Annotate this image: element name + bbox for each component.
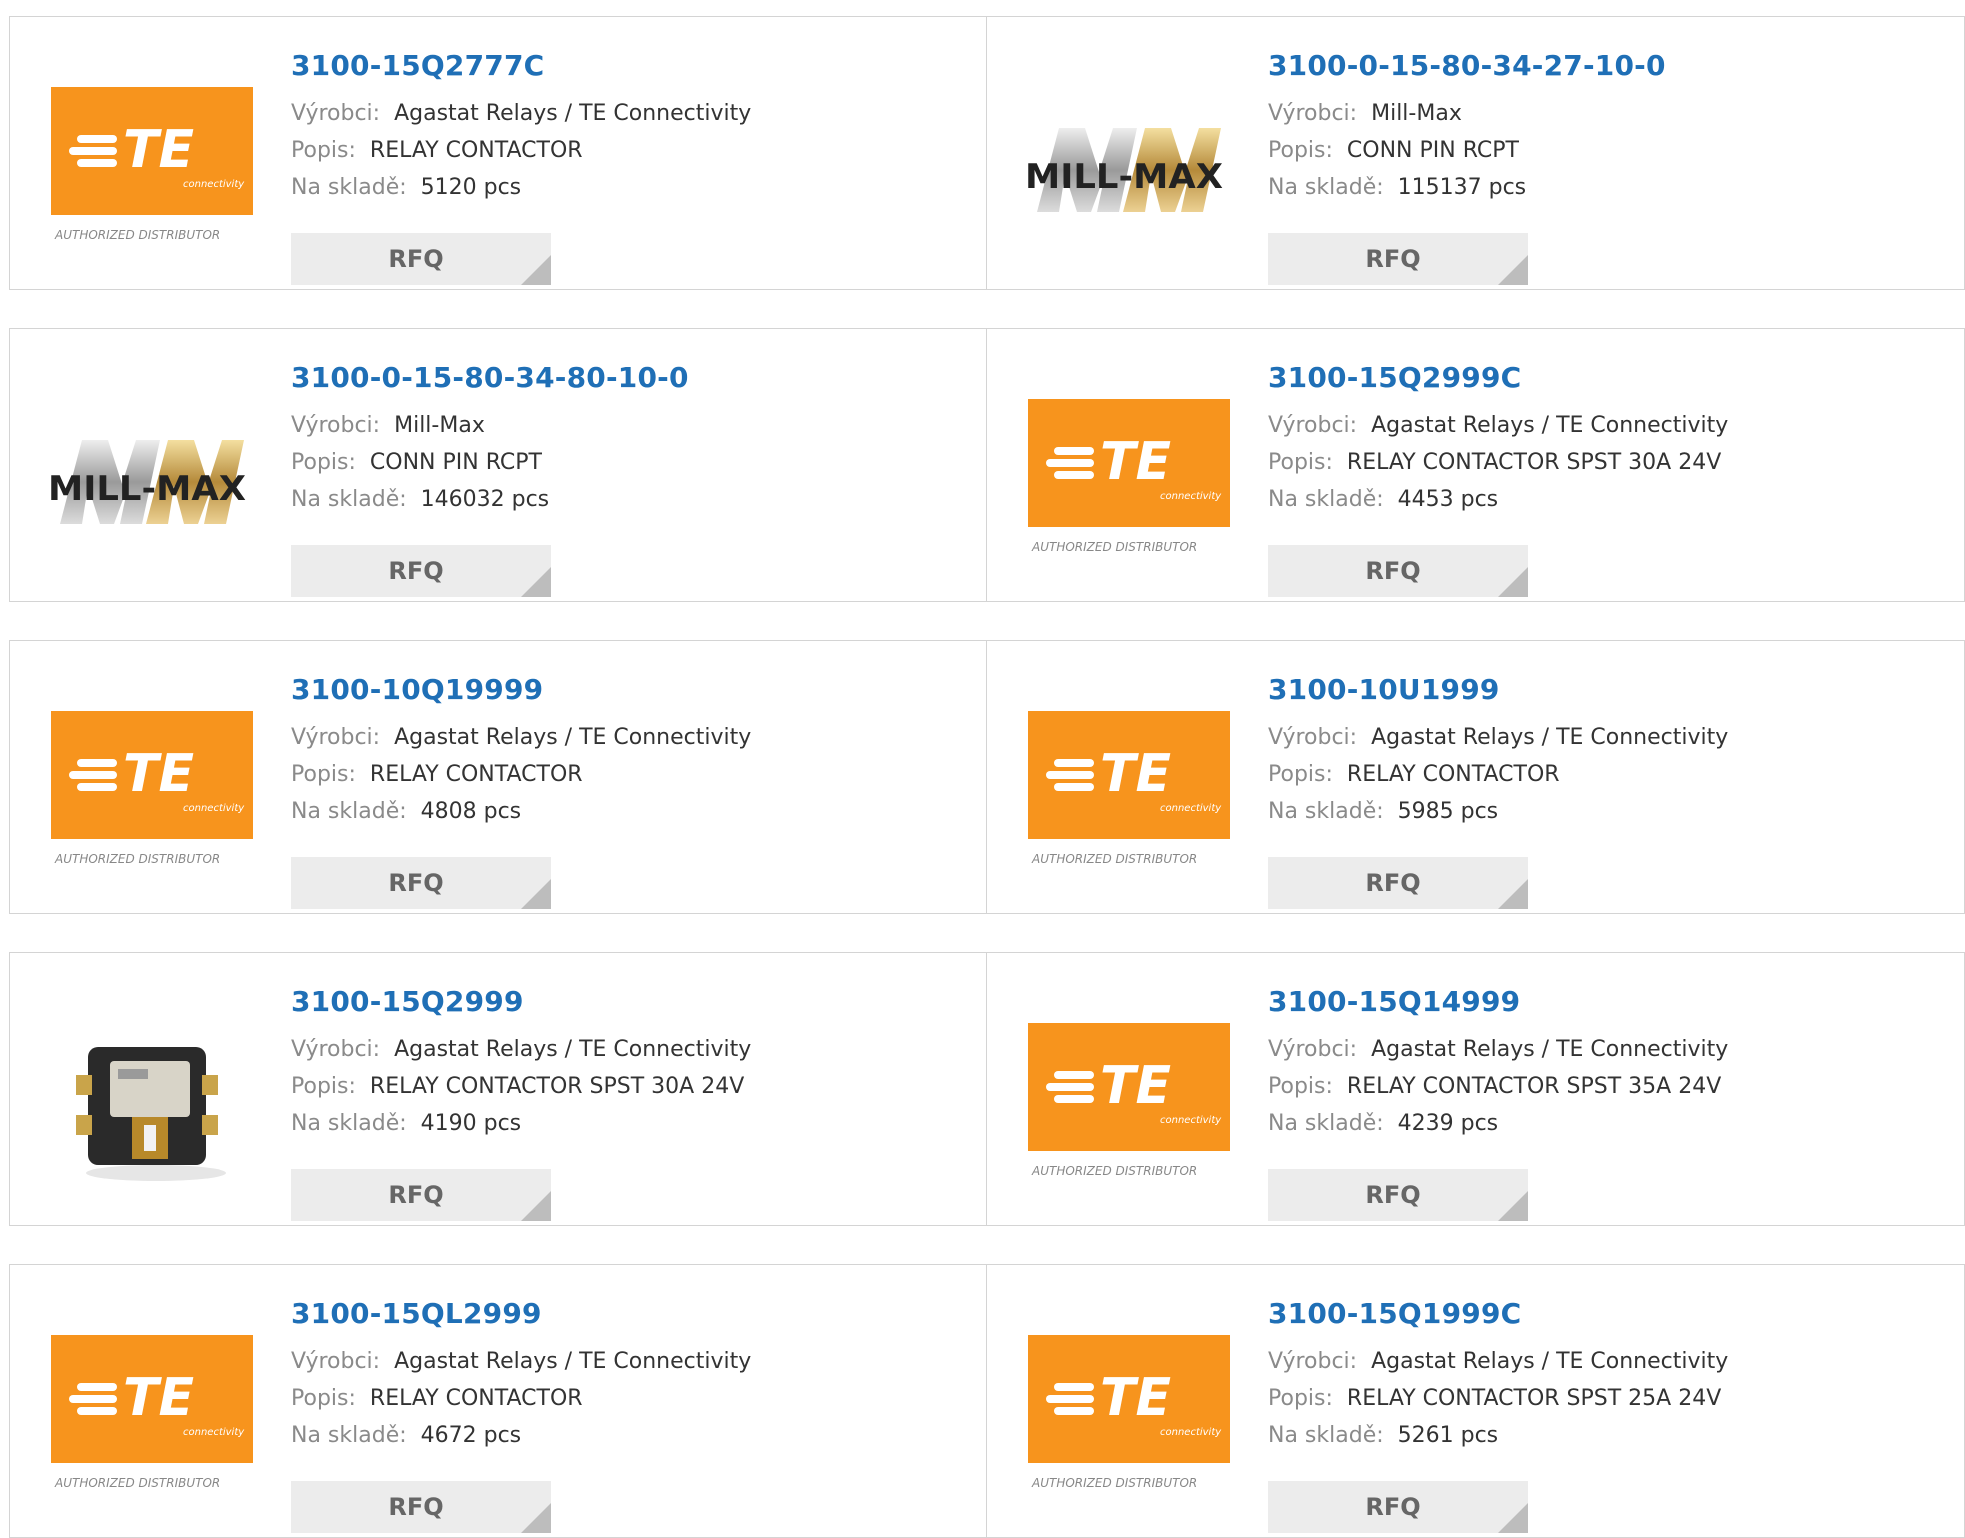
part-number-link[interactable]: 3100-15Q1999C [1268,1297,1728,1331]
te-connectivity-logo: TE connectivity AUTHORIZED DISTRIBUTOR [1028,1335,1230,1490]
svg-text:TE: TE [1100,1056,1171,1116]
part-number-link[interactable]: 3100-10U1999 [1268,673,1728,707]
svg-text:TE: TE [1100,744,1171,804]
stock-row: Na skladě: 5261 pcs [1268,1423,1499,1448]
description-row: Popis: RELAY CONTACTOR SPST 30A 24V [291,1074,745,1099]
product-card: TE connectivity AUTHORIZED DISTRIBUTOR 3… [987,640,1965,914]
stock-row: Na skladě: 4672 pcs [291,1423,522,1448]
svg-text:MILL-MAX: MILL-MAX [1025,157,1223,197]
product-card: TE connectivity AUTHORIZED DISTRIBUTOR 3… [9,16,987,290]
product-card: TE connectivity AUTHORIZED DISTRIBUTOR 3… [987,1264,1965,1538]
stock-row: Na skladě: 5985 pcs [1268,799,1499,824]
svg-text:connectivity: connectivity [1160,491,1222,502]
svg-text:TE: TE [123,1368,194,1428]
rfq-button[interactable]: RFQ [291,545,551,597]
rfq-button[interactable]: RFQ [1268,545,1528,597]
svg-text:connectivity: connectivity [183,1427,245,1438]
rfq-button[interactable]: RFQ [1268,1481,1528,1533]
part-number-link[interactable]: 3100-0-15-80-34-80-10-0 [291,361,689,395]
svg-text:AUTHORIZED DISTRIBUTOR: AUTHORIZED DISTRIBUTOR [54,852,220,866]
part-number-link[interactable]: 3100-10Q19999 [291,673,751,707]
manufacturer-row: Výrobci: Agastat Relays / TE Connectivity [1268,1037,1729,1062]
rfq-button[interactable]: RFQ [1268,1169,1528,1221]
stock-row: Na skladě: 4808 pcs [291,799,522,824]
svg-text:TE: TE [1100,1368,1171,1428]
description-row: Popis: CONN PIN RCPT [291,450,542,475]
description-row: Popis: RELAY CONTACTOR [1268,762,1560,787]
product-card: TE connectivity AUTHORIZED DISTRIBUTOR 3… [987,952,1965,1226]
te-connectivity-logo: TE connectivity AUTHORIZED DISTRIBUTOR [1028,399,1230,554]
rfq-button[interactable]: RFQ [291,233,551,285]
te-connectivity-logo: TE connectivity AUTHORIZED DISTRIBUTOR [51,1335,253,1490]
part-number-link[interactable]: 3100-15Q2999C [1268,361,1728,395]
svg-text:TE: TE [123,744,194,804]
svg-text:TE: TE [123,120,194,180]
svg-text:AUTHORIZED DISTRIBUTOR: AUTHORIZED DISTRIBUTOR [54,1476,220,1490]
relay-contactor-photo [48,1005,250,1185]
te-connectivity-logo: TE connectivity AUTHORIZED DISTRIBUTOR [51,87,253,242]
stock-row: Na skladě: 4190 pcs [291,1111,522,1136]
svg-text:AUTHORIZED DISTRIBUTOR: AUTHORIZED DISTRIBUTOR [1031,852,1197,866]
svg-text:TE: TE [1100,432,1171,492]
product-card: 3100-15Q2999 Výrobci: Agastat Relays / TE… [9,952,987,1226]
product-card: TE connectivity AUTHORIZED DISTRIBUTOR 3… [987,328,1965,602]
svg-text:connectivity: connectivity [1160,803,1222,814]
part-number-link[interactable]: 3100-0-15-80-34-27-10-0 [1268,49,1666,83]
manufacturer-row: Výrobci: Agastat Relays / TE Connectivity [291,725,752,750]
rfq-button[interactable]: RFQ [291,857,551,909]
te-connectivity-logo: TE connectivity AUTHORIZED DISTRIBUTOR [1028,1023,1230,1178]
stock-row: Na skladě: 5120 pcs [291,175,522,200]
stock-row: Na skladě: 4239 pcs [1268,1111,1499,1136]
svg-text:AUTHORIZED DISTRIBUTOR: AUTHORIZED DISTRIBUTOR [54,228,220,242]
description-row: Popis: CONN PIN RCPT [1268,138,1519,163]
product-grid: TE connectivity AUTHORIZED DISTRIBUTOR 3… [9,16,1965,1538]
svg-text:connectivity: connectivity [1160,1115,1222,1126]
svg-text:MILL-MAX: MILL-MAX [48,469,246,509]
part-number-link[interactable]: 3100-15Q2999 [291,985,751,1019]
svg-text:connectivity: connectivity [1160,1427,1222,1438]
part-number-link[interactable]: 3100-15Q14999 [1268,985,1728,1019]
svg-text:connectivity: connectivity [183,179,245,190]
manufacturer-row: Výrobci: Mill-Max [291,413,485,438]
description-row: Popis: RELAY CONTACTOR SPST 35A 24V [1268,1074,1722,1099]
manufacturer-row: Výrobci: Agastat Relays / TE Connectivity [291,101,752,126]
product-card: MILL-MAX 3100-0-15-80-34-27-10-0 Výrobci… [987,16,1965,290]
svg-text:AUTHORIZED DISTRIBUTOR: AUTHORIZED DISTRIBUTOR [1031,1164,1197,1178]
description-row: Popis: RELAY CONTACTOR SPST 30A 24V [1268,450,1722,475]
product-card: TE connectivity AUTHORIZED DISTRIBUTOR 3… [9,640,987,914]
stock-row: Na skladě: 4453 pcs [1268,487,1499,512]
part-number-link[interactable]: 3100-15QL2999 [291,1297,751,1331]
manufacturer-row: Výrobci: Agastat Relays / TE Connectivity [1268,1349,1729,1374]
description-row: Popis: RELAY CONTACTOR [291,138,583,163]
manufacturer-row: Výrobci: Mill-Max [1268,101,1462,126]
description-row: Popis: RELAY CONTACTOR SPST 25A 24V [1268,1386,1722,1411]
te-connectivity-logo: TE connectivity AUTHORIZED DISTRIBUTOR [1028,711,1230,866]
rfq-button[interactable]: RFQ [291,1481,551,1533]
part-number-link[interactable]: 3100-15Q2777C [291,49,751,83]
stock-row: Na skladě: 146032 pcs [291,487,550,512]
svg-text:AUTHORIZED DISTRIBUTOR: AUTHORIZED DISTRIBUTOR [1031,1476,1197,1490]
rfq-button[interactable]: RFQ [1268,233,1528,285]
product-card: TE connectivity AUTHORIZED DISTRIBUTOR 3… [9,1264,987,1538]
rfq-button[interactable]: RFQ [291,1169,551,1221]
rfq-button[interactable]: RFQ [1268,857,1528,909]
manufacturer-row: Výrobci: Agastat Relays / TE Connectivity [1268,413,1729,438]
manufacturer-row: Výrobci: Agastat Relays / TE Connectivity [291,1349,752,1374]
manufacturer-row: Výrobci: Agastat Relays / TE Connectivity [291,1037,752,1062]
description-row: Popis: RELAY CONTACTOR [291,762,583,787]
svg-text:connectivity: connectivity [183,803,245,814]
description-row: Popis: RELAY CONTACTOR [291,1386,583,1411]
te-connectivity-logo: TE connectivity AUTHORIZED DISTRIBUTOR [51,711,253,866]
svg-text:AUTHORIZED DISTRIBUTOR: AUTHORIZED DISTRIBUTOR [1031,540,1197,554]
mill-max-logo: MILL-MAX [48,440,246,524]
product-card: MILL-MAX 3100-0-15-80-34-80-10-0 Výrobci… [9,328,987,602]
stock-row: Na skladě: 115137 pcs [1268,175,1527,200]
mill-max-logo: MILL-MAX [1025,128,1223,212]
manufacturer-row: Výrobci: Agastat Relays / TE Connectivity [1268,725,1729,750]
